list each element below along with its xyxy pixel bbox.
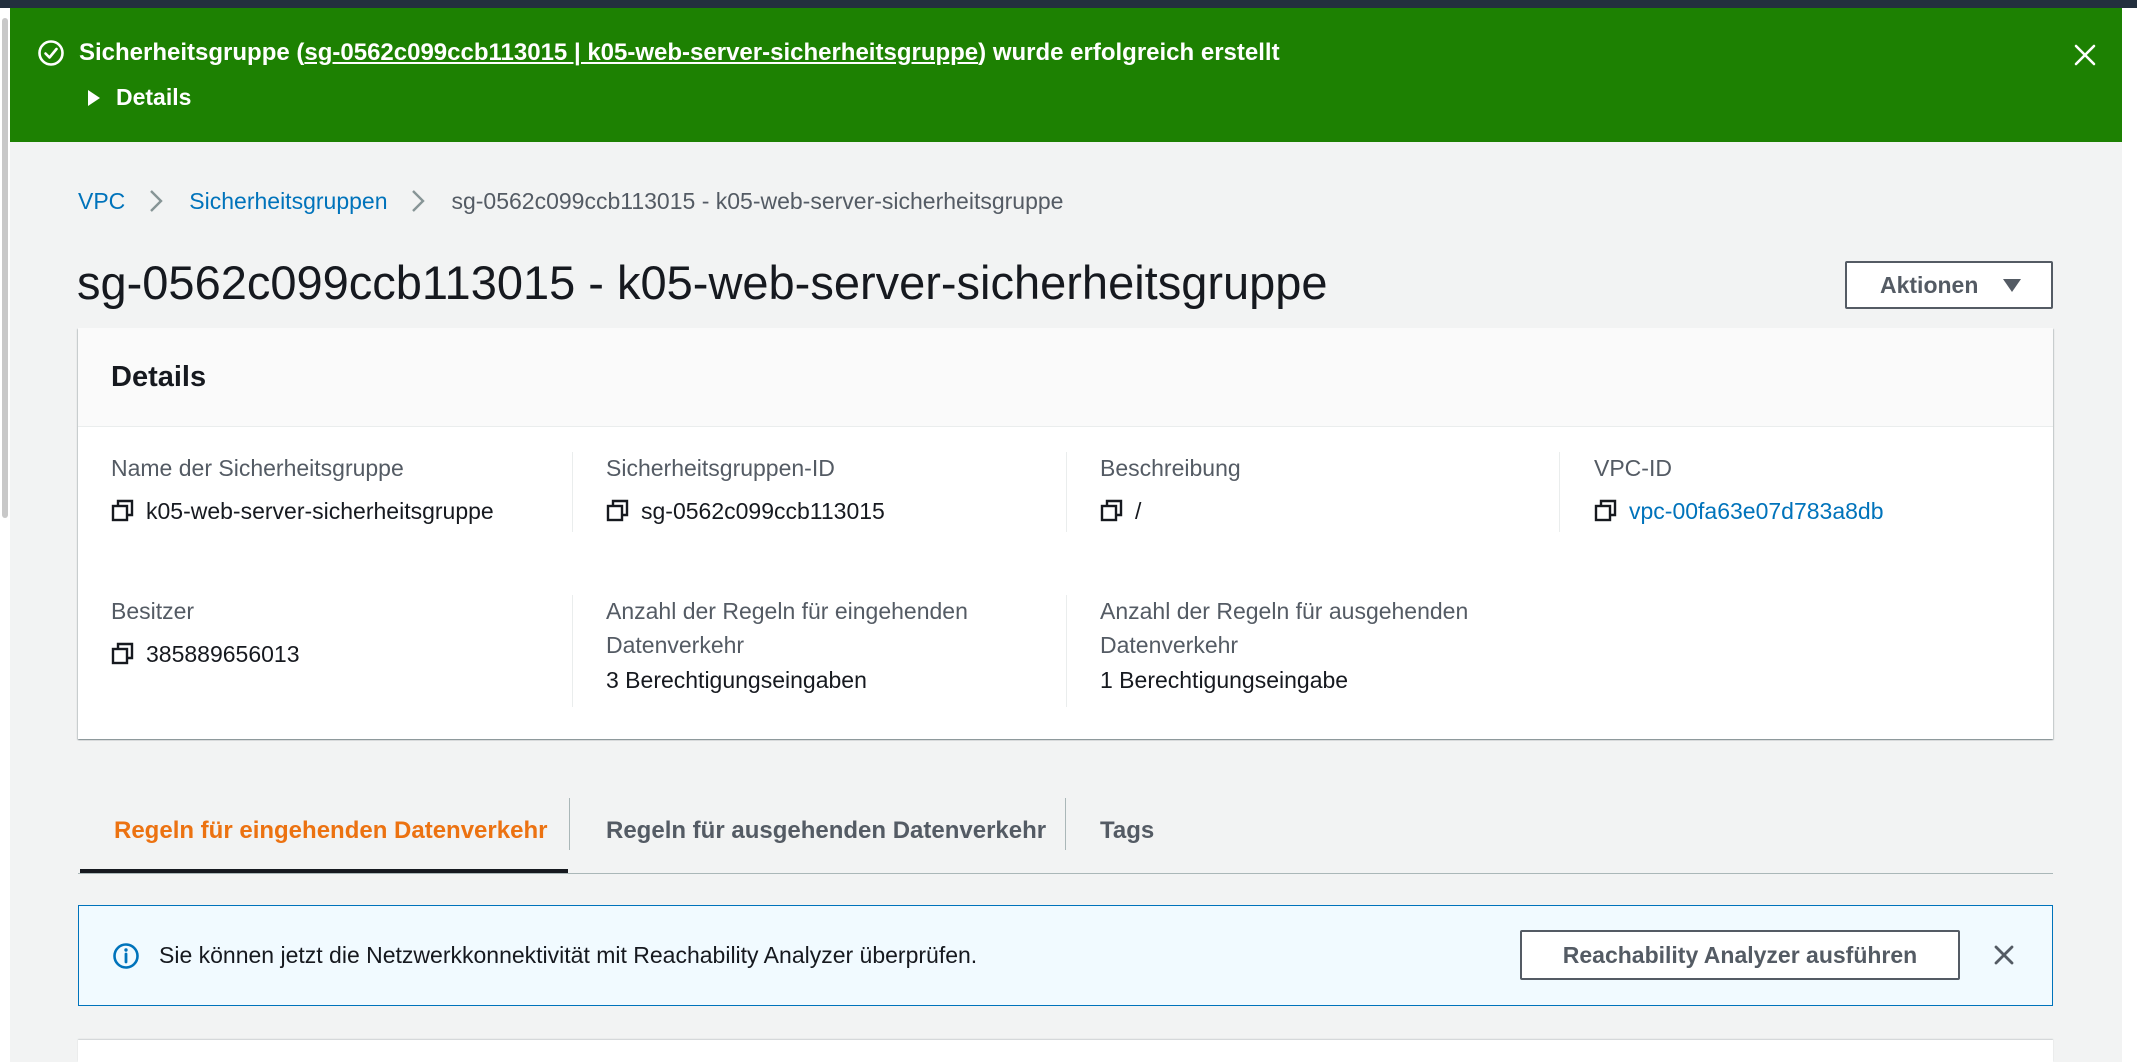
browser-top-strip <box>0 0 2137 8</box>
security-group-link[interactable]: sg-0562c099ccb113015 | k05-web-server-si… <box>304 39 978 66</box>
actions-dropdown-button[interactable]: Aktionen <box>1845 261 2053 309</box>
tab-divider <box>1065 798 1066 850</box>
breadcrumb: VPC Sicherheitsgruppen sg-0562c099ccb11301… <box>78 184 1063 218</box>
flash-details-label: Details <box>116 84 192 110</box>
column-divider <box>1559 452 1560 532</box>
details-header: Details <box>78 328 2053 427</box>
flash-message-suffix: ) wurde erfolgreich erstellt <box>978 39 1280 66</box>
rules-tabs: Regeln für eingehenden Datenverkehr Rege… <box>78 790 2053 874</box>
field-owner: Besitzer 385889656013 <box>111 594 300 671</box>
rules-table-container <box>78 1040 2053 1062</box>
field-label: Name der Sicherheitsgruppe <box>111 455 404 481</box>
column-divider <box>572 452 573 532</box>
field-label: Besitzer <box>111 598 195 624</box>
caret-right-icon <box>88 90 100 106</box>
field-label: Anzahl der Regeln für ausgehenden Datenv… <box>1100 598 1469 658</box>
security-group-id-value: sg-0562c099ccb113015 <box>641 498 885 524</box>
field-value: vpc-00fa63e07d783a8db <box>1594 494 1884 528</box>
actions-label: Aktionen <box>1880 272 1979 298</box>
success-check-icon <box>38 40 64 66</box>
copy-icon[interactable] <box>111 499 135 523</box>
copy-icon[interactable] <box>1594 499 1618 523</box>
right-gutter <box>2122 8 2137 1062</box>
chevron-right-icon <box>150 190 163 212</box>
vpc-id-link[interactable]: vpc-00fa63e07d783a8db <box>1629 498 1884 524</box>
field-value: k05-web-server-sicherheitsgruppe <box>111 494 494 528</box>
active-tab-indicator <box>80 869 568 873</box>
success-flash-banner: Sicherheitsgruppe (sg-0562c099ccb113015 … <box>10 8 2122 142</box>
field-label: Beschreibung <box>1100 455 1241 481</box>
tab-tags[interactable]: Tags <box>1100 798 1154 864</box>
outbound-rule-count-value: 1 Berechtigungseingabe <box>1100 667 1349 693</box>
flash-message-prefix: Sicherheitsgruppe ( <box>79 39 305 66</box>
column-divider <box>572 595 573 707</box>
column-divider <box>1066 595 1067 707</box>
copy-icon[interactable] <box>606 499 630 523</box>
inbound-rule-count-value: 3 Berechtigungseingaben <box>606 667 867 693</box>
description-value: / <box>1135 498 1142 524</box>
breadcrumb-item-security-groups[interactable]: Sicherheitsgruppen <box>189 188 387 214</box>
page-title: sg-0562c099ccb113015 - k05-web-server-si… <box>77 256 1328 309</box>
security-group-name-value: k05-web-server-sicherheitsgruppe <box>146 498 494 524</box>
field-outbound-rule-count: Anzahl der Regeln für ausgehenden Datenv… <box>1100 594 1520 697</box>
tab-outbound-rules[interactable]: Regeln für ausgehenden Datenverkehr <box>606 798 1046 864</box>
scrollbar-thumb[interactable] <box>2 18 8 518</box>
caret-down-icon <box>2003 279 2021 292</box>
details-heading: Details <box>111 361 207 393</box>
field-value: 385889656013 <box>111 637 300 671</box>
owner-value: 385889656013 <box>146 641 300 667</box>
field-security-group-name: Name der Sicherheitsgruppe k05-web-serve… <box>111 451 494 528</box>
field-label: VPC-ID <box>1594 455 1672 481</box>
tab-divider <box>569 798 570 850</box>
field-vpc-id: VPC-ID vpc-00fa63e07d783a8db <box>1594 451 1884 528</box>
field-label: Sicherheitsgruppen-ID <box>606 455 835 481</box>
field-security-group-id: Sicherheitsgruppen-ID sg-0562c099ccb1130… <box>606 451 885 528</box>
close-icon[interactable] <box>1988 939 2020 971</box>
field-inbound-rule-count: Anzahl der Regeln für eingehenden Datenv… <box>606 594 1026 697</box>
field-value: / <box>1100 494 1241 528</box>
tab-inbound-rules[interactable]: Regeln für eingehenden Datenverkehr <box>114 798 547 864</box>
copy-icon[interactable] <box>1100 499 1124 523</box>
chevron-right-icon <box>412 190 426 212</box>
flash-details-toggle[interactable]: Details <box>88 80 191 114</box>
column-divider <box>1066 452 1067 532</box>
flash-message: Sicherheitsgruppe (sg-0562c099ccb113015 … <box>79 36 1280 70</box>
left-scroll-gutter <box>0 8 10 1062</box>
close-icon[interactable] <box>2068 38 2102 72</box>
field-value: sg-0562c099ccb113015 <box>606 494 885 528</box>
field-description: Beschreibung / <box>1100 451 1241 528</box>
reachability-info-alert: Sie können jetzt die Netzwerkkonnektivit… <box>78 905 2053 1006</box>
breadcrumb-item-vpc[interactable]: VPC <box>78 188 125 214</box>
info-alert-text: Sie können jetzt die Netzwerkkonnektivit… <box>159 942 978 968</box>
breadcrumb-current: sg-0562c099ccb113015 - k05-web-server-si… <box>451 188 1064 214</box>
info-icon <box>113 943 139 969</box>
field-label: Anzahl der Regeln für eingehenden Datenv… <box>606 598 968 658</box>
details-panel: Details Name der Sicherheitsgruppe k05-w… <box>78 328 2053 739</box>
copy-icon[interactable] <box>111 642 135 666</box>
run-reachability-analyzer-button[interactable]: Reachability Analyzer ausführen <box>1520 930 1960 980</box>
